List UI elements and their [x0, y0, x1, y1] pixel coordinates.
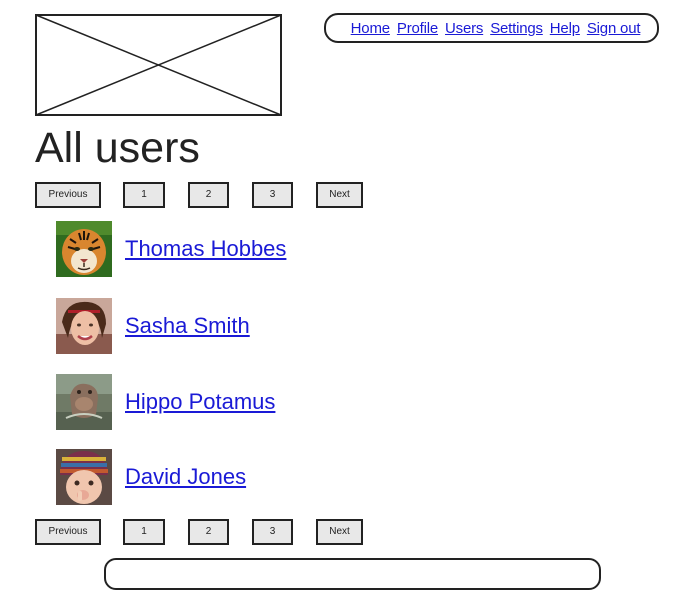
page-3-button[interactable]: 3 [252, 182, 293, 208]
page-2-button[interactable]: 2 [188, 519, 229, 545]
page-1-button[interactable]: 1 [123, 519, 165, 545]
logo-placeholder [35, 14, 282, 116]
previous-page-button[interactable]: Previous [35, 519, 101, 545]
page-2-button[interactable]: 2 [188, 182, 229, 208]
nav-home-link[interactable]: Home [351, 21, 390, 36]
user-link[interactable]: David Jones [125, 466, 246, 488]
user-list-item: Sasha Smith [56, 298, 250, 354]
user-avatar-woman[interactable] [56, 298, 112, 354]
nav-profile-link[interactable]: Profile [397, 21, 438, 36]
user-avatar-hippo[interactable] [56, 374, 112, 430]
placeholder-image-icon [35, 14, 282, 116]
footer-bar [104, 558, 601, 590]
nav-sign-out-link[interactable]: Sign out [587, 21, 641, 36]
user-list-item: Hippo Potamus [56, 374, 275, 430]
page-title: All users [35, 124, 200, 172]
page-3-button[interactable]: 3 [252, 519, 293, 545]
next-page-button[interactable]: Next [316, 519, 363, 545]
previous-page-button[interactable]: Previous [35, 182, 101, 208]
user-avatar-child[interactable] [56, 449, 112, 505]
nav-help-link[interactable]: Help [550, 21, 580, 36]
page-1-button[interactable]: 1 [123, 182, 165, 208]
user-avatar-tiger[interactable] [56, 221, 112, 277]
nav-settings-link[interactable]: Settings [490, 21, 543, 36]
top-navigation: Home Profile Users Settings Help Sign ou… [324, 13, 659, 43]
user-list-item: David Jones [56, 449, 246, 505]
next-page-button[interactable]: Next [316, 182, 363, 208]
page: Home Profile Users Settings Help Sign ou… [0, 0, 700, 600]
user-link[interactable]: Sasha Smith [125, 315, 250, 337]
user-link[interactable]: Thomas Hobbes [125, 238, 286, 260]
user-link[interactable]: Hippo Potamus [125, 391, 275, 413]
user-list-item: Thomas Hobbes [56, 221, 286, 277]
nav-users-link[interactable]: Users [445, 21, 483, 36]
